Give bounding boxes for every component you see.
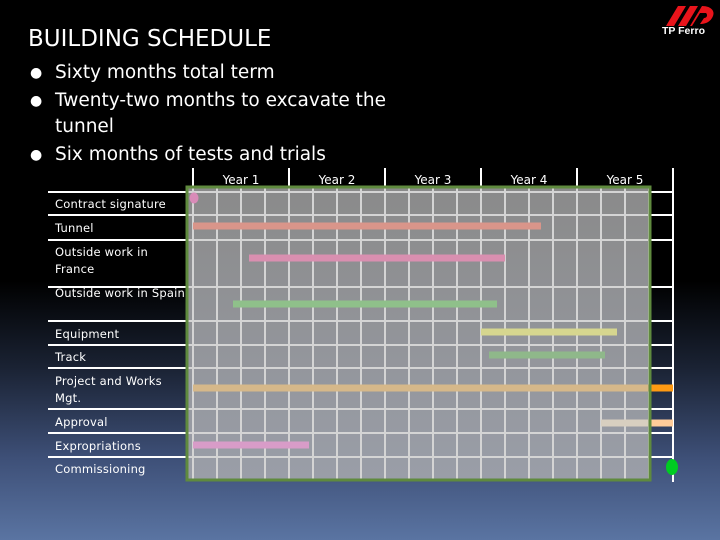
gantt-bar-tail xyxy=(650,419,673,427)
year-label: Year 3 xyxy=(414,173,452,187)
task-label: Track xyxy=(55,350,87,364)
task-label: Contract signature xyxy=(55,197,166,211)
gantt-bar xyxy=(601,419,650,427)
task-label: Approval xyxy=(55,415,108,429)
gantt-bar xyxy=(489,351,605,359)
task-label: Expropriations xyxy=(55,439,141,453)
task-label: Outside work in Spain xyxy=(55,286,186,300)
task-label: Project and Works Mgt. xyxy=(55,374,162,405)
task-label: Tunnel xyxy=(55,221,94,235)
gantt-bar xyxy=(233,300,497,308)
year-label: Year 1 xyxy=(222,173,260,187)
gantt-bar-tail xyxy=(650,384,673,392)
gantt-bar xyxy=(193,384,650,392)
year-label: Year 2 xyxy=(318,173,356,187)
milestone-marker xyxy=(189,192,199,204)
gantt-bar xyxy=(481,328,617,336)
gantt-bar xyxy=(249,254,505,262)
year-label: Year 4 xyxy=(510,173,548,187)
milestone-marker xyxy=(666,459,678,475)
gantt-bar xyxy=(193,222,541,230)
task-label: Outside work in France xyxy=(55,245,149,276)
task-label: Commissioning xyxy=(55,462,146,476)
task-label: Equipment xyxy=(55,327,120,341)
year-label: Year 5 xyxy=(606,173,644,187)
gantt-bar xyxy=(193,441,309,449)
